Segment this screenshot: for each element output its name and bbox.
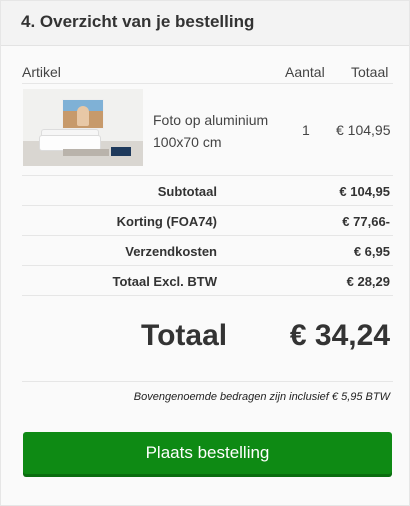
divider [22, 381, 393, 382]
product-size: 100x70 cm [153, 134, 222, 150]
product-name: Foto op aluminium 100x70 cm [153, 109, 268, 153]
column-header-quantity: Aantal [285, 64, 325, 80]
panel-header: 4. Overzicht van je bestelling [1, 1, 409, 46]
product-quantity: 1 [302, 122, 310, 138]
divider [22, 295, 393, 296]
product-name-line1: Foto op aluminium [153, 112, 269, 128]
product-price: € 104,95 [336, 122, 391, 138]
summary-label-total-excl-vat: Totaal Excl. BTW [112, 274, 218, 289]
product-thumbnail [23, 89, 143, 166]
order-overview-panel: 4. Overzicht van je bestelling Artikel A… [0, 0, 410, 506]
column-header-article: Artikel [22, 64, 61, 80]
grand-total-value: € 34,24 [289, 319, 390, 352]
divider [22, 235, 393, 236]
divider [22, 205, 393, 206]
summary-label-discount: Korting (FOA74) [116, 214, 217, 229]
grand-total-label: Totaal [141, 319, 228, 352]
summary-label-subtotal: Subtotaal [157, 184, 217, 199]
divider [22, 265, 393, 266]
summary-value-total-excl-vat: € 28,29 [346, 274, 390, 289]
summary-value-shipping: € 6,95 [353, 244, 390, 259]
place-order-button[interactable]: Plaats bestelling [23, 432, 392, 474]
column-header-total: Totaal [351, 64, 389, 80]
summary-value-subtotal: € 104,95 [339, 184, 390, 199]
vat-note: Bovengenoemde bedragen zijn inclusief € … [133, 391, 390, 403]
divider [22, 83, 393, 84]
summary-value-discount: € 77,66- [342, 214, 390, 229]
summary-label-shipping: Verzendkosten [125, 244, 217, 259]
divider [22, 175, 393, 176]
section-title: 4. Overzicht van je bestelling [21, 12, 255, 31]
